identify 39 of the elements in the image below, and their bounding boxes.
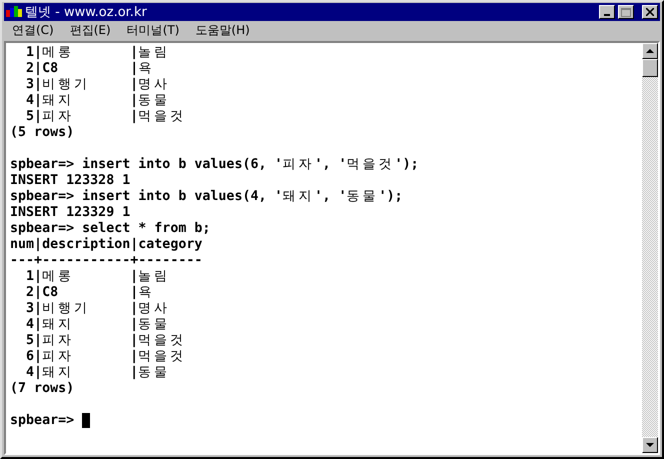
terminal-line: spbear=> — [10, 413, 90, 429]
terminal-line: 1|메롱 |놀림 — [25, 45, 168, 61]
terminal-line: (5 rows) — [10, 125, 74, 141]
terminal-line: spbear=> insert into b values(4, '돼지', '동물'); — [10, 189, 403, 205]
terminal-line: 4|돼지 |동물 — [25, 365, 168, 381]
menu-item[interactable]: 연결(C) — [4, 22, 62, 39]
terminal-line: 2|C8 |욕 — [25, 61, 152, 77]
terminal-line: 1|메롱 |놀림 — [25, 269, 168, 285]
maximize-icon — [621, 8, 631, 16]
terminal-line: num|description|category — [10, 237, 202, 253]
menu-item[interactable]: 도움말(H) — [187, 22, 258, 39]
window-title: 텔넷 - www.oz.or.kr — [25, 4, 148, 21]
menu-item[interactable]: 편집(E) — [62, 22, 119, 39]
terminal-line: INSERT 123328 1 — [10, 173, 130, 189]
terminal-line: 2|C8 |욕 — [25, 285, 152, 301]
down-arrow-icon — [646, 442, 654, 448]
maximize-button[interactable] — [618, 5, 634, 19]
terminal-line: INSERT 123329 1 — [10, 205, 130, 221]
terminal-line: 3|비행기 |명사 — [25, 301, 168, 317]
terminal-line: (7 rows) — [10, 381, 74, 397]
terminal-line: 5|피자 |먹을것 — [25, 109, 184, 125]
app-icon — [6, 5, 22, 19]
minimize-button[interactable] — [599, 5, 615, 19]
scroll-up-button[interactable] — [642, 43, 658, 59]
terminal-line: 4|돼지 |동물 — [25, 93, 168, 109]
terminal-line: ---+-----------+-------- — [10, 253, 202, 269]
terminal-line: 6|피자 |먹을것 — [25, 349, 184, 365]
menu-item[interactable]: 터미널(T) — [118, 22, 188, 39]
scroll-thumb[interactable] — [642, 59, 658, 77]
terminal-line: 5|피자 |먹을것 — [25, 333, 184, 349]
scroll-down-button[interactable] — [642, 437, 658, 453]
terminal-line: 4|돼지 |동물 — [25, 317, 168, 333]
up-arrow-icon — [646, 48, 654, 54]
terminal-line: 3|비행기 |명사 — [25, 77, 168, 93]
close-button[interactable] — [642, 5, 658, 19]
terminal-line: spbear=> insert into b values(6, '피자', '먹을것'); — [10, 157, 419, 173]
close-icon — [646, 8, 654, 16]
scrollbar[interactable] — [642, 43, 658, 453]
terminal-line: spbear=> select * from b; — [10, 221, 210, 237]
